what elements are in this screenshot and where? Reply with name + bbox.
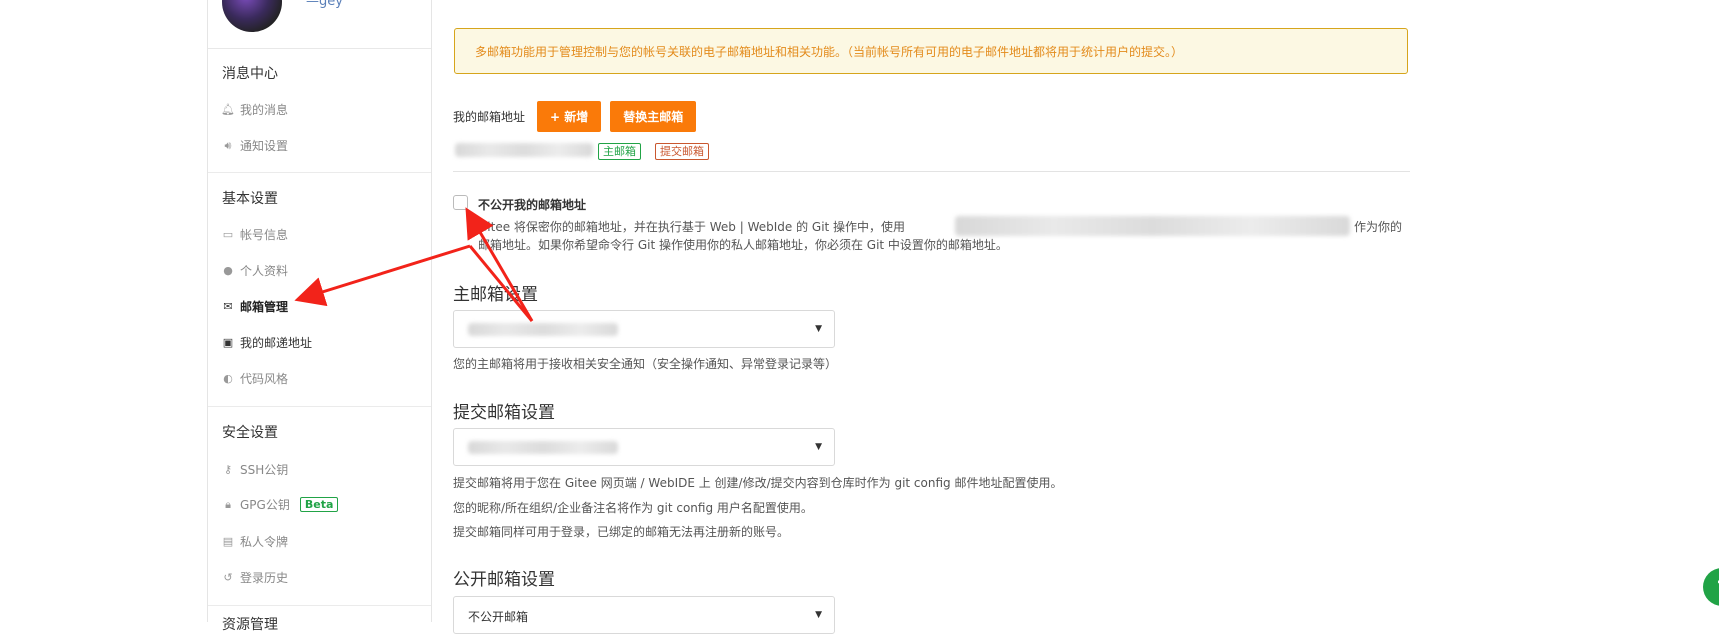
annotation-arrow-to-checkbox [465,207,534,322]
annotation-arrow-joint [468,245,534,322]
annotation-arrow-to-sidebar [294,244,471,307]
annotation-arrows [294,207,534,322]
